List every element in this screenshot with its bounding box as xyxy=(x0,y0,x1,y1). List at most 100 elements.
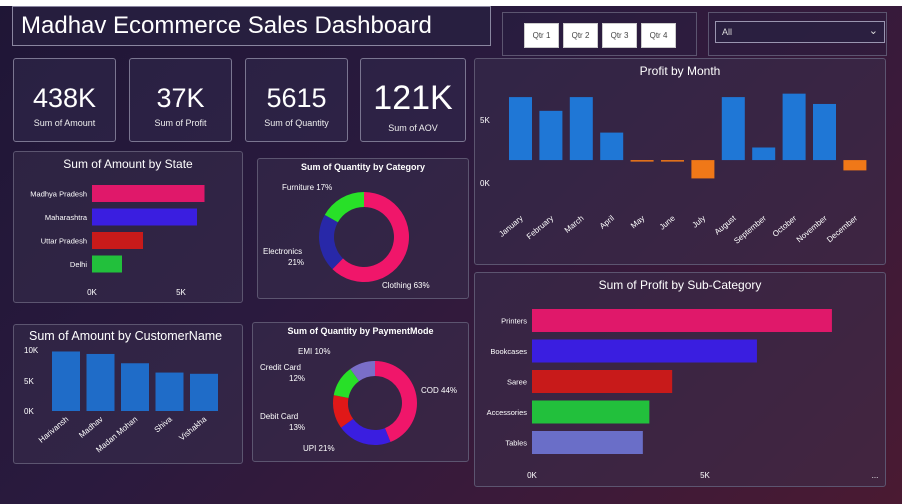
chart-card-state: Sum of Amount by State Madhya Pradesh Maha… xyxy=(13,151,243,303)
payment-donut-chart[interactable]: Sum of Quantity by PaymentMode COD 44% UPI… xyxy=(253,323,468,461)
bar xyxy=(92,208,197,226)
month-bar-chart[interactable]: Profit by Month 5K 0K January February March A… xyxy=(475,59,885,264)
category-label: Delhi xyxy=(70,260,87,269)
filter-dropdown[interactable]: All ⌄ xyxy=(715,21,885,43)
bar xyxy=(509,97,532,161)
chart-title: Sum of Quantity by Category xyxy=(301,162,425,172)
bar xyxy=(532,431,643,454)
x-tick-label: Vishakha xyxy=(177,414,208,442)
bar xyxy=(843,160,867,171)
kpi-card-profit: 37K Sum of Profit xyxy=(129,58,232,142)
dashboard-title-box: Madhav Ecommerce Sales Dashboard xyxy=(12,6,491,46)
data-label: EMI 10% xyxy=(298,347,330,356)
y-tick-label: 10K xyxy=(24,346,39,355)
category-label: Madhya Pradesh xyxy=(30,190,87,199)
dashboard-title: Madhav Ecommerce Sales Dashboard xyxy=(21,12,432,39)
bar xyxy=(92,232,143,249)
category-label: Maharashtra xyxy=(45,213,88,222)
data-label: 21% xyxy=(288,258,304,267)
x-tick-label: October xyxy=(771,213,799,238)
chart-card-category: Sum of Quantity by Category Clothing 63% E… xyxy=(257,158,469,299)
data-label: Electronics xyxy=(263,247,302,256)
bar xyxy=(532,370,673,393)
chart-title: Sum of Amount by CustomerName xyxy=(29,329,222,343)
x-tick-label: June xyxy=(658,213,677,231)
y-tick-label: 0K xyxy=(24,407,34,416)
chart-title: Profit by Month xyxy=(640,64,721,78)
qtr3-button[interactable]: Qtr 3 xyxy=(602,23,637,48)
chart-card-customer: Sum of Amount by CustomerName 10K 5K 0K Hari… xyxy=(13,324,243,464)
kpi-quantity-label: Sum of Quantity xyxy=(264,118,329,128)
bar xyxy=(532,400,650,424)
bar xyxy=(52,351,80,411)
data-label: Furniture 17% xyxy=(282,183,332,192)
chart-title: Sum of Profit by Sub-Category xyxy=(599,278,762,292)
bar xyxy=(155,372,184,411)
chart-card-month: Profit by Month 5K 0K January February March A… xyxy=(474,58,886,265)
chart-card-payment: Sum of Quantity by PaymentMode COD 44% UPI… xyxy=(252,322,469,462)
bar xyxy=(92,255,122,273)
kpi-profit-label: Sum of Profit xyxy=(154,118,207,128)
data-label: Debit Card xyxy=(260,412,298,421)
customer-bar-chart[interactable]: Sum of Amount by CustomerName 10K 5K 0KHari… xyxy=(14,325,242,463)
x-tick-label: August xyxy=(713,213,738,236)
x-tick-label: December xyxy=(825,213,859,244)
category-donut-chart[interactable]: Sum of Quantity by Category Clothing 63% E… xyxy=(258,159,468,298)
qtr4-button[interactable]: Qtr 4 xyxy=(641,23,676,48)
x-tick-label: September xyxy=(732,213,768,245)
x-tick-label: Harivansh xyxy=(37,415,70,445)
y-tick-label: 0K xyxy=(480,179,490,188)
data-label: Clothing 63% xyxy=(382,281,430,290)
category-label: Tables xyxy=(505,439,527,448)
chart-title: Sum of Quantity by PaymentMode xyxy=(287,326,433,336)
bar xyxy=(92,185,205,202)
filter-dropdown-panel: All ⌄ xyxy=(708,12,887,56)
donut-slice xyxy=(341,418,391,445)
x-tick-label: May xyxy=(629,214,646,231)
data-label: COD 44% xyxy=(421,386,457,395)
x-tick-label: 0K xyxy=(87,288,97,297)
category-label: Uttar Pradesh xyxy=(41,237,87,246)
subcat-bar-chart[interactable]: Sum of Profit by Sub-Category Printers Boo… xyxy=(475,273,885,486)
x-tick-label: January xyxy=(497,214,525,239)
data-label: 12% xyxy=(289,374,305,383)
category-label: Accessories xyxy=(487,408,528,417)
bar xyxy=(539,110,563,161)
chart-card-subcat: Sum of Profit by Sub-Category Printers Boo… xyxy=(474,272,886,487)
kpi-profit-value: 37K xyxy=(156,83,205,113)
x-tick-label: Shiva xyxy=(153,414,175,434)
x-tick-label: 0K xyxy=(527,471,537,480)
bar xyxy=(630,160,654,162)
kpi-card-amount: 438K Sum of Amount xyxy=(13,58,116,142)
donut-slice xyxy=(319,214,343,270)
bar xyxy=(752,147,776,161)
quarter-slicer: Qtr 1 Qtr 2 Qtr 3 Qtr 4 xyxy=(502,12,697,56)
bar xyxy=(721,97,745,161)
data-label: Credit Card xyxy=(260,363,301,372)
bar xyxy=(569,97,593,161)
bar xyxy=(86,353,115,411)
data-label: 13% xyxy=(289,423,305,432)
x-tick-label: April xyxy=(598,214,616,231)
x-tick-label: July xyxy=(690,214,707,230)
x-tick-label: Madhav xyxy=(77,415,105,440)
category-label: Bookcases xyxy=(490,347,527,356)
chart-title: Sum of Amount by State xyxy=(63,157,193,171)
data-label: UPI 21% xyxy=(303,444,335,453)
kpi-card-quantity: 5615 Sum of Quantity xyxy=(245,58,348,142)
donut-slice xyxy=(324,192,364,223)
kpi-aov-label: Sum of AOV xyxy=(388,123,438,133)
x-tick-label: 5K xyxy=(700,471,710,480)
state-bar-chart[interactable]: Sum of Amount by State Madhya Pradesh Maha… xyxy=(14,152,242,302)
bar xyxy=(813,103,836,161)
y-tick-label: 5K xyxy=(24,377,34,386)
filter-dropdown-value: All xyxy=(722,27,733,37)
qtr2-button[interactable]: Qtr 2 xyxy=(563,23,598,48)
x-tick-label: February xyxy=(525,214,555,241)
bar xyxy=(532,339,757,363)
bar xyxy=(691,160,715,179)
bar xyxy=(532,309,832,332)
qtr1-button[interactable]: Qtr 1 xyxy=(524,23,559,48)
kpi-aov-value: 121K xyxy=(373,79,453,117)
bar xyxy=(782,93,806,161)
